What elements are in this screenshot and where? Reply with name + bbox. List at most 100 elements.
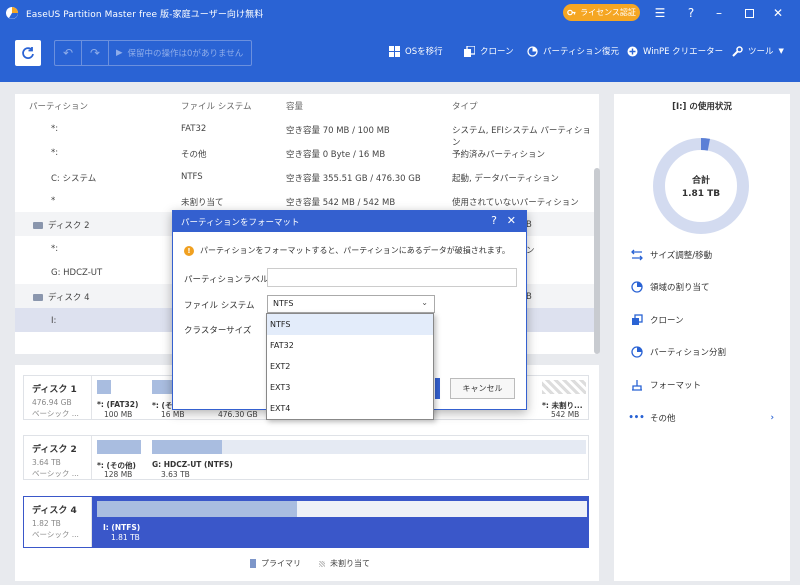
tool-label: WinPE クリエーター [643,47,724,57]
dialog-title-bar: パーティションをフォーマット ? ✕ [173,211,526,232]
action-label: 領域の割り当て [650,282,710,293]
cancel-button[interactable]: キャンセル [450,378,515,399]
play-icon: ▶ [116,48,123,58]
table-scrollbar[interactable] [594,168,600,354]
disk-size: 476.94 GB [32,398,72,407]
file-system-select[interactable]: NTFS ⌄ [267,295,435,313]
apply-pending-button[interactable]: ▶ 保留中の操作は0がありません [109,47,243,59]
disk-card[interactable]: ディスク 2 3.64 TB ベーシック ... *: (その他) 128 MB… [23,435,589,480]
table-row[interactable]: *: その他 空き容量 0 Byte / 16 MB 予約済みパーティション [15,140,599,164]
partition-bar[interactable] [97,380,111,394]
table-row[interactable]: *: FAT32 空き容量 70 MB / 100 MB システム, EFIシス… [15,116,599,148]
clone-icon [464,45,475,57]
partition-name: G: HDCZ-UT [51,268,103,278]
menu-icon[interactable]: ☰ [651,4,669,22]
refresh-icon [22,47,34,59]
partition-used-bar [97,501,297,517]
pie-icon [527,45,538,57]
column-header: ファイル システム [181,102,252,112]
partition-size: 100 MB [104,410,133,419]
table-row[interactable]: C: システム NTFS 空き容量 355.51 GB / 476.30 GB … [15,164,599,188]
title-bar: EaseUS Partition Master free 版-家庭ユーザー向け無… [0,0,800,26]
minimize-icon[interactable]: – [710,4,728,22]
partition-type: ン [526,246,535,256]
wrench-icon [732,45,743,57]
tool-tools[interactable]: ツール ▼ [732,45,784,57]
redo-button[interactable]: ↷ [82,41,109,65]
close-icon[interactable]: ✕ [507,214,516,227]
table-header: パーティション ファイル システム 容量 タイプ [15,94,599,116]
refresh-button[interactable] [15,40,41,66]
help-icon[interactable]: ? [491,214,497,227]
partition-free-space [222,440,586,454]
plus-circle-icon [627,46,638,56]
tool-clone[interactable]: クローン [464,45,514,57]
partition-size: 3.63 TB [161,470,190,479]
usage-total-label: 合計 [692,174,710,186]
undo-redo-group: ↶ ↷ ▶ 保留中の操作は0がありません [54,40,252,66]
action-resize-move[interactable]: サイズ調整/移動 [630,248,712,261]
windows-icon [389,45,400,57]
partition-type: 起動, データパーティション [452,174,559,184]
partition-bar[interactable] [152,380,172,394]
dropdown-option[interactable]: EXT3 [267,377,433,398]
ok-button[interactable] [435,378,440,399]
disk-info: ディスク 1 476.94 GB ベーシック ... [24,376,92,419]
partition-size: 16 MB [161,410,185,419]
dropdown-option[interactable]: FAT32 [267,335,433,356]
disk-icon [33,222,43,229]
dropdown-option[interactable]: EXT4 [267,398,433,419]
partition-label: G: HDCZ-UT (NTFS) [152,460,233,469]
dialog-title: パーティションをフォーマット [181,217,300,228]
undo-icon: ↶ [62,46,74,60]
clone-icon [630,313,643,326]
partition-label: I: (NTFS) [103,523,141,532]
tool-winpe-creator[interactable]: WinPE クリエーター [627,45,723,57]
capacity: 空き容量 70 MB / 100 MB [286,126,390,136]
disk-card-selected[interactable]: ディスク 4 1.82 TB ベーシック ... I: (NTFS) 1.81 … [23,496,589,548]
warning-text: パーティションをフォーマットすると、パーティションにあるデータが破損されます。 [200,246,510,255]
primary-swatch-icon [250,559,256,568]
maximize-icon[interactable] [740,4,758,22]
dialog-warning: ! パーティションをフォーマットすると、パーティションにあるデータが破損されます… [184,245,510,256]
action-allocate-space[interactable]: 領域の割り当て [630,280,710,293]
action-split-partition[interactable]: パーティション分割 [630,345,726,358]
app-logo-icon [6,7,18,19]
partition-name: *: [51,148,59,158]
partition-size: 1.81 TB [111,533,140,542]
partition-bar[interactable] [97,440,141,454]
action-label: フォーマット [650,380,702,391]
fs-field-label: ファイル システム [184,301,255,311]
disk-name: ディスク 2 [32,445,77,455]
chevron-down-icon: ⌄ [421,298,428,307]
action-label: パーティション分割 [650,347,726,358]
cluster-field-label: クラスターサイズ [184,326,252,336]
partition-name: I: [51,316,57,326]
usage-donut: 合計 1.81 TB [653,138,749,234]
partition-label-input[interactable] [267,268,517,287]
license-button[interactable]: ライセンス認証 [563,4,640,21]
partition-bar-unallocated[interactable] [542,380,586,394]
format-icon [630,378,643,391]
capacity: 空き容量 0 Byte / 16 MB [286,150,386,160]
usage-total-value: 1.81 TB [682,189,720,199]
tool-migrate-os[interactable]: OSを移行 [389,45,443,57]
chevron-right-icon: › [770,412,774,423]
partition-bar[interactable] [152,440,222,454]
close-icon[interactable]: ✕ [769,4,787,22]
resize-icon [630,248,643,261]
table-row[interactable]: * 未割り当て 空き容量 542 MB / 542 MB 使用されていないパーテ… [15,188,599,212]
partition-type: 使用されていないパーティション [452,198,579,208]
tool-partition-recovery[interactable]: パーティション復元 [527,45,619,57]
action-label: クローン [650,315,684,326]
disk-icon [33,294,43,301]
help-icon[interactable]: ? [682,4,700,22]
action-more[interactable]: ••• その他 › [628,411,774,424]
action-clone[interactable]: クローン [630,313,684,326]
undo-button[interactable]: ↶ [55,41,82,65]
toolbar: ↶ ↷ ▶ 保留中の操作は0がありません OSを移行 クローン パーティション復… [0,26,800,82]
action-format[interactable]: フォーマット [630,378,701,391]
dropdown-option[interactable]: NTFS [267,314,433,335]
file-system-dropdown: NTFS FAT32 EXT2 EXT3 EXT4 [266,313,434,420]
dropdown-option[interactable]: EXT2 [267,356,433,377]
